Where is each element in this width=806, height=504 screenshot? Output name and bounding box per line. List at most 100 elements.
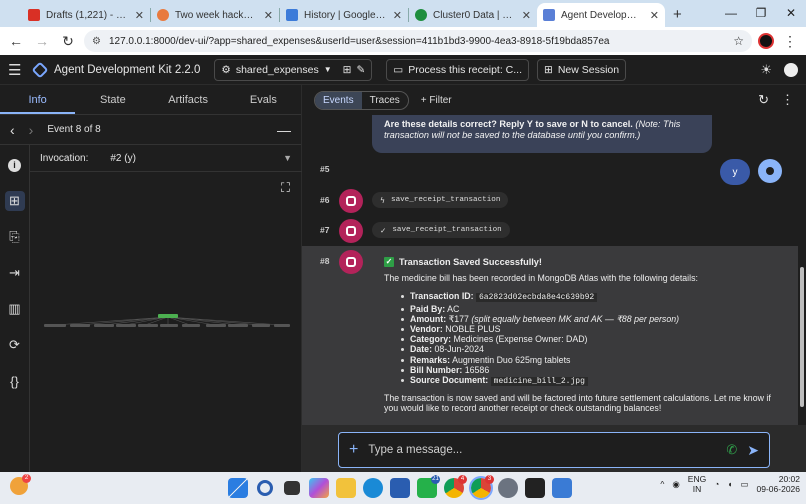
app-selector[interactable]: ⚙ shared_expenses ▼ ⊞ ✎: [214, 58, 373, 81]
next-event-chevron-icon[interactable]: ›: [29, 122, 34, 138]
terminal-icon[interactable]: [525, 478, 545, 498]
event-number-7[interactable]: #7: [320, 225, 329, 235]
tab-events[interactable]: Events: [315, 91, 362, 109]
close-window-icon[interactable]: ✕: [776, 6, 806, 20]
dropdown-caret-icon: ▼: [283, 153, 292, 163]
event-number-5[interactable]: #5: [320, 164, 329, 174]
meet-now-icon[interactable]: ◉: [672, 479, 679, 490]
copilot-icon[interactable]: [309, 478, 329, 498]
account-avatar-icon[interactable]: [784, 62, 798, 77]
forward-arrow-icon[interactable]: →: [32, 33, 52, 49]
request-icon[interactable]: ⎘: [5, 227, 25, 247]
metrics-chart-icon[interactable]: ▥: [5, 299, 25, 319]
site-info-icon[interactable]: ⚙: [92, 36, 101, 47]
graph-icon[interactable]: ⊞: [343, 64, 352, 76]
browser-tab-mongodb[interactable]: Cluster0 Data | Cloud: M ✕: [409, 3, 537, 27]
maximize-icon[interactable]: ❐: [746, 6, 776, 20]
side-panel: Info State Artifacts Evals ‹ › Event 8 o…: [0, 85, 302, 472]
browser-tab-adk[interactable]: Agent Development Kit D ✕: [537, 3, 665, 27]
chrome-icon[interactable]: 4: [444, 475, 467, 498]
invocation-selector[interactable]: Invocation: #2 (y) ▼: [30, 145, 302, 172]
event-number-8[interactable]: #8: [320, 256, 329, 266]
settings-gear-icon[interactable]: [498, 478, 518, 498]
message-input[interactable]: [368, 444, 717, 456]
back-arrow-icon[interactable]: ←: [6, 33, 26, 49]
chat-panel: Events Traces + Filter ↻ ⋮ Are these det…: [302, 85, 806, 472]
session-title-chip[interactable]: ▭ Process this receipt: C...: [386, 58, 529, 81]
tab-title: Drafts (1,221) - maheshj@: [46, 9, 129, 21]
file-explorer-icon[interactable]: [336, 478, 356, 498]
scrollbar-thumb[interactable]: [800, 267, 804, 407]
function-call-chip[interactable]: ϟ save_receipt_transaction: [372, 192, 509, 208]
list-item: Source Document: medicine_bill_2.jpg: [401, 375, 784, 387]
minimize-icon[interactable]: —: [716, 6, 746, 20]
tab-state[interactable]: State: [75, 85, 150, 114]
app-selector-value: shared_expenses: [235, 63, 319, 76]
ai-studio-icon: [286, 9, 298, 21]
weather-widget-icon[interactable]: 2: [10, 474, 31, 495]
eval-check-icon[interactable]: ⟳: [5, 335, 25, 355]
attach-plus-icon[interactable]: +: [349, 441, 358, 459]
close-icon[interactable]: ✕: [264, 9, 273, 22]
phone-call-icon[interactable]: ✆: [726, 442, 737, 458]
browser-tab-ai-studio[interactable]: History | Google AI Studio ✕: [280, 3, 408, 27]
close-icon[interactable]: ✕: [650, 9, 659, 22]
reload-icon[interactable]: ↻: [58, 33, 78, 50]
hamburger-menu-icon[interactable]: ☰: [8, 61, 26, 79]
event-number-6[interactable]: #6: [320, 195, 329, 205]
close-icon[interactable]: ✕: [393, 9, 402, 22]
whatsapp-icon[interactable]: 21: [417, 475, 440, 498]
tab-traces[interactable]: Traces: [362, 92, 408, 109]
tab-title: Agent Development Kit D: [561, 9, 644, 21]
edge-icon[interactable]: [363, 478, 383, 498]
chrome-profile-icon[interactable]: 3: [469, 475, 494, 500]
store-icon[interactable]: [390, 478, 410, 498]
function-response-chip[interactable]: ✓ save_receipt_transaction: [372, 222, 510, 238]
user-message-bubble: y: [720, 159, 750, 185]
search-icon[interactable]: [257, 480, 273, 496]
url-bar[interactable]: ⚙ 127.0.0.1:8000/dev-ui/?app=shared_expe…: [84, 30, 752, 52]
tab-evals[interactable]: Evals: [226, 85, 301, 114]
collapse-minus-icon[interactable]: —: [277, 122, 291, 138]
bookmark-star-icon[interactable]: ☆: [733, 34, 744, 48]
response-icon[interactable]: ⇥: [5, 263, 25, 283]
browser-menu-icon[interactable]: ⋮: [780, 33, 800, 50]
wifi-icon[interactable]: ◔: [714, 479, 719, 489]
root-agent-node: [158, 314, 178, 318]
task-view-icon[interactable]: [284, 481, 300, 495]
new-tab-plus-icon[interactable]: +: [673, 6, 682, 23]
more-vert-icon[interactable]: ⋮: [781, 92, 794, 108]
tab-artifacts[interactable]: Artifacts: [151, 85, 226, 114]
transaction-details-list: Transaction ID: 6a2823d02ecbda8e4c639b92…: [401, 291, 784, 387]
clock[interactable]: 20:02 09-06-2026: [757, 474, 800, 494]
graph-view-icon[interactable]: ⊞: [4, 191, 25, 211]
new-chat-icon: ⊞: [544, 63, 553, 76]
edit-pencil-icon[interactable]: ✎: [356, 64, 365, 76]
new-session-button[interactable]: ⊞ New Session: [537, 58, 627, 81]
battery-icon[interactable]: ▭: [740, 479, 748, 490]
chevron-up-icon[interactable]: ^: [660, 479, 664, 489]
language-indicator[interactable]: ENG IN: [688, 474, 706, 494]
notification-badge: 2: [22, 474, 31, 483]
info-icon[interactable]: i: [5, 155, 25, 175]
list-item: Amount: ₹177 (split equally between MK a…: [401, 314, 784, 324]
prev-event-chevron-icon[interactable]: ‹: [10, 122, 15, 138]
refresh-icon[interactable]: ↻: [758, 92, 769, 108]
close-icon[interactable]: ✕: [135, 9, 144, 22]
theme-toggle-sun-icon[interactable]: ☀: [760, 62, 772, 78]
agent-graph-canvas[interactable]: ⛶: [30, 172, 302, 472]
volume-icon[interactable]: ◖: [727, 479, 732, 489]
tab-info[interactable]: Info: [0, 85, 76, 114]
send-icon[interactable]: ➤: [747, 442, 759, 459]
browser-tab-hackathon[interactable]: Two week hackathon plan ✕: [151, 3, 279, 27]
detail-label: Transaction ID:: [410, 291, 474, 302]
windows-start-icon[interactable]: [228, 478, 248, 498]
chat-scrollbar[interactable]: [798, 115, 806, 425]
profile-avatar[interactable]: [758, 33, 774, 49]
json-braces-icon[interactable]: {}: [5, 371, 25, 391]
close-icon[interactable]: ✕: [522, 9, 531, 22]
browser-tab-gmail[interactable]: Drafts (1,221) - maheshj@ ✕: [22, 3, 150, 27]
calculator-icon[interactable]: [552, 478, 572, 498]
list-item: Category: Medicines (Expense Owner: DAD): [401, 334, 784, 344]
filter-button[interactable]: + Filter: [421, 95, 452, 106]
